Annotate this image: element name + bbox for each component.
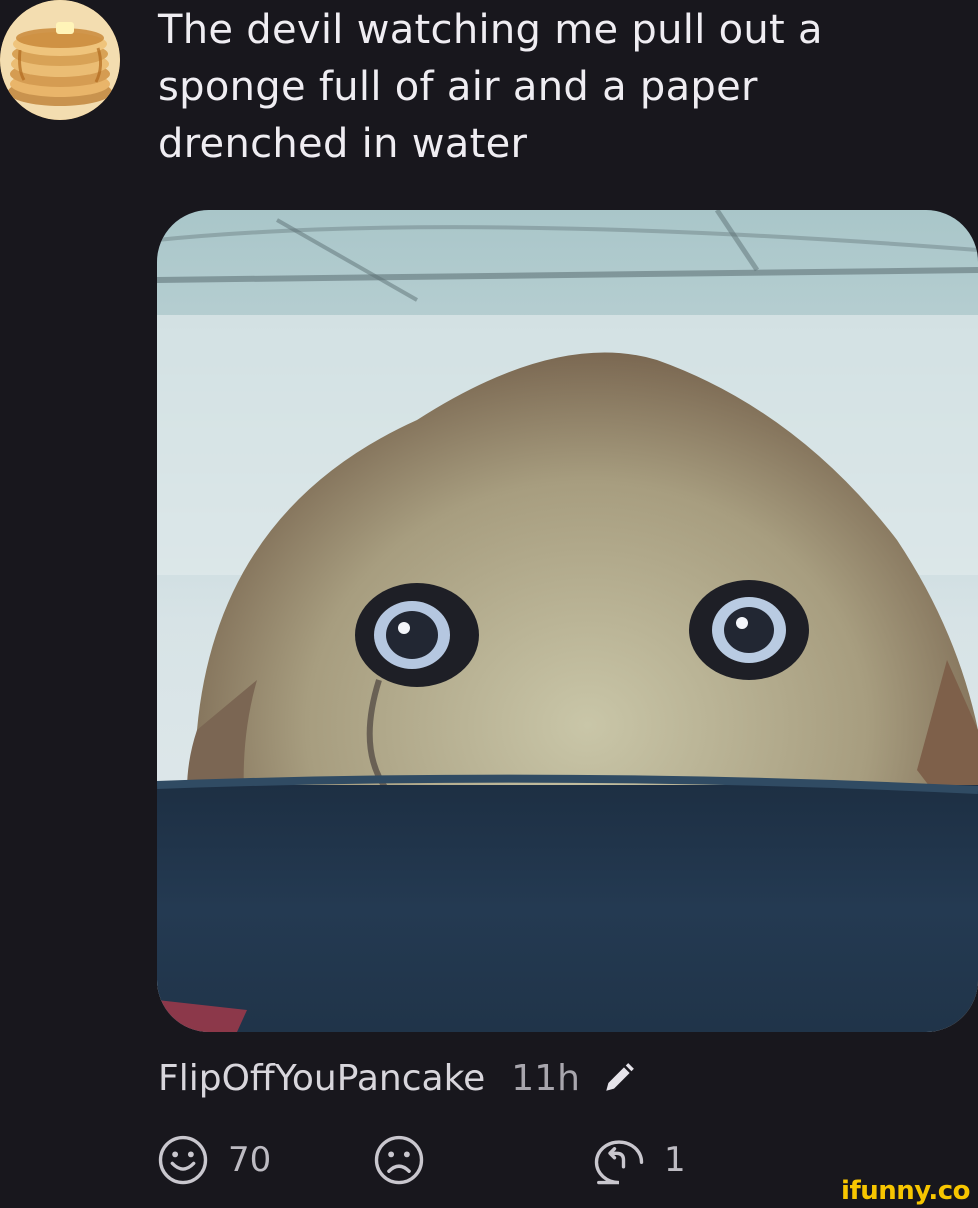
- pancake-stack-avatar-icon: [0, 0, 120, 120]
- dislike-button[interactable]: [372, 1130, 426, 1190]
- post-meta: FlipOffYouPancake 11h: [158, 1050, 636, 1106]
- reply-bubble-icon: [594, 1140, 644, 1185]
- smile-face-icon: [158, 1135, 208, 1185]
- like-button[interactable]: 70: [156, 1130, 271, 1190]
- dog-peeking-image: [157, 210, 978, 1032]
- action-bar: 70 1: [0, 1130, 978, 1190]
- timestamp: 11h: [511, 1057, 580, 1099]
- reply-count: 1: [664, 1140, 686, 1180]
- ifunny-watermark: ifunny.co: [841, 1176, 970, 1206]
- pencil-icon[interactable]: [602, 1061, 636, 1095]
- like-count: 70: [228, 1140, 272, 1180]
- frown-face-icon: [374, 1135, 424, 1185]
- post-image[interactable]: [157, 210, 978, 1032]
- comment-post: The devil watching me pull out a sponge …: [0, 0, 978, 1208]
- user-avatar[interactable]: [0, 0, 120, 120]
- username[interactable]: FlipOffYouPancake: [158, 1058, 485, 1099]
- post-caption: The devil watching me pull out a sponge …: [158, 7, 823, 167]
- reply-button[interactable]: 1: [592, 1130, 686, 1190]
